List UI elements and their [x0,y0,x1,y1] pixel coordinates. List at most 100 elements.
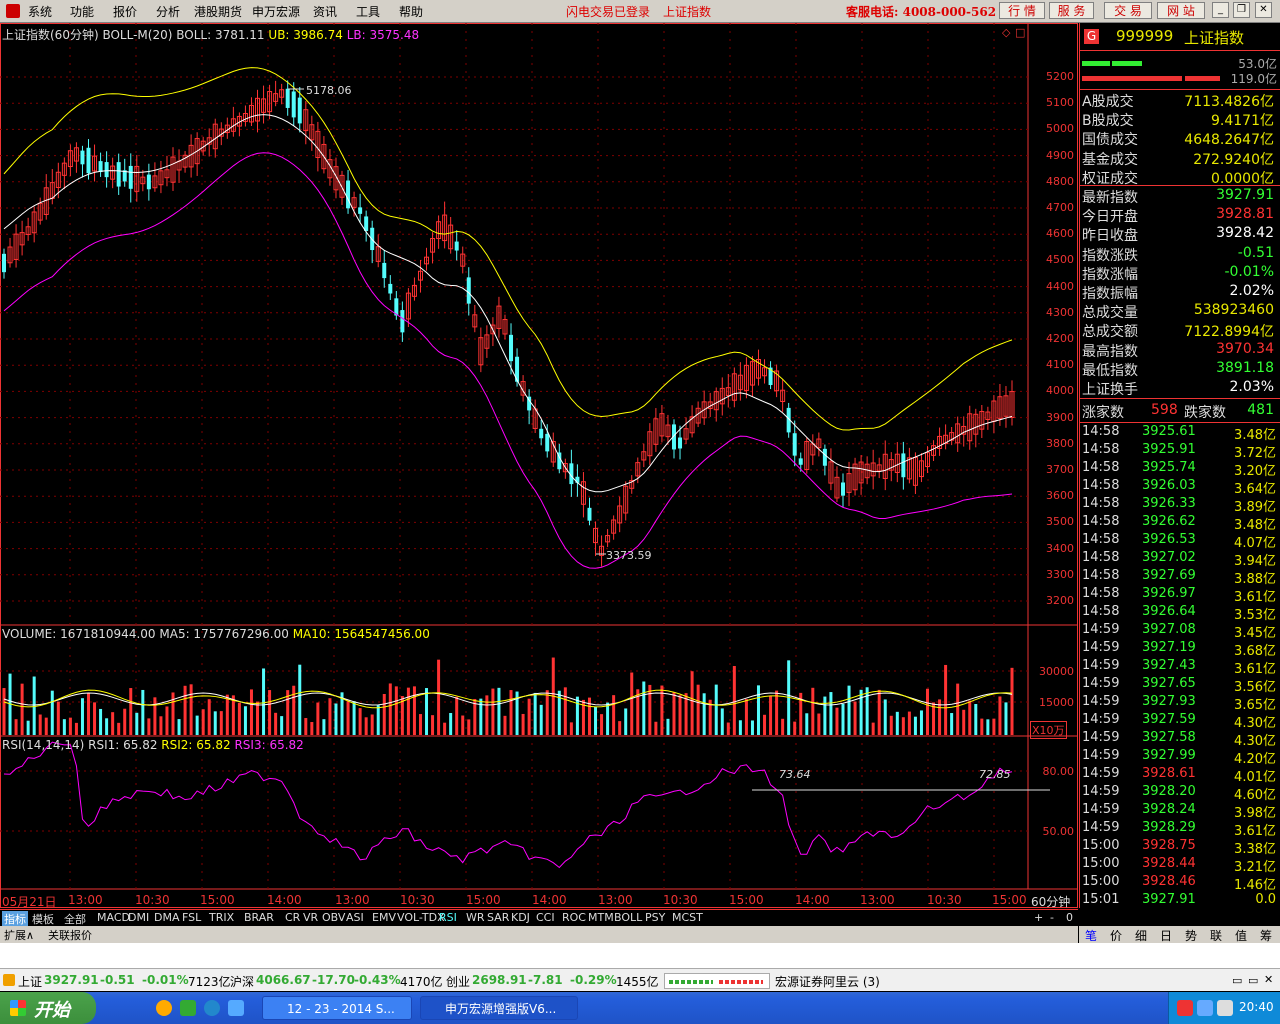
restore-icon[interactable]: ❐ [1233,2,1250,18]
indicator-tab[interactable]: DMA [154,911,180,924]
indicator-tab[interactable]: MACD [97,911,130,924]
menu-item-news[interactable]: 资讯 [313,3,337,20]
indicator-tab[interactable]: WR [466,911,485,924]
chart-panel[interactable]: 上证指数(60分钟) BOLL-M(20) BOLL: 3781.11 UB: … [0,23,1078,910]
period-label[interactable]: 60分钟 [1031,893,1070,910]
taskbar-item-swhy[interactable]: 申万宏源增强版V6... [420,996,578,1020]
chart-window-icon[interactable]: □ [1015,26,1025,39]
menu-item-tools[interactable]: 工具 [356,3,380,20]
indicator-tab[interactable]: VR [303,911,318,924]
close-icon[interactable]: ✕ [1255,2,1272,18]
tab-extend[interactable]: 扩展∧ [4,927,34,943]
indicator-tab[interactable]: MTM [588,911,614,924]
service-button[interactable]: 服 务 [1049,2,1094,19]
menu-item-help[interactable]: 帮助 [399,3,423,20]
indicator-tab[interactable]: PSY [645,911,665,924]
chart-option-icon[interactable]: ◇ [1002,26,1010,39]
indicator-tab[interactable]: CCI [536,911,555,924]
tick-row[interactable]: 14:58 3927.02 3.94亿 [1082,550,1278,569]
tick-row[interactable]: 14:59 3927.93 3.65亿 [1082,694,1278,713]
indicator-tab[interactable]: CR [285,911,300,924]
tick-row[interactable]: 14:58 3926.03 3.64亿 [1082,478,1278,497]
market-button[interactable]: 行 情 [999,2,1045,19]
ticker-close-icon[interactable]: ✕ [1264,973,1273,986]
tick-row[interactable]: 15:00 3928.46 1.46亿 [1082,874,1278,893]
ticker-name: 沪深 [230,975,255,989]
zoom-in-button[interactable]: + [1034,911,1043,924]
menu-item-quote[interactable]: 报价 [113,3,137,20]
tab-related-quotes[interactable]: 关联报价 [48,927,92,943]
tick-row[interactable]: 15:01 3927.91 0.0 [1082,892,1278,910]
tick-row[interactable]: 14:59 3927.59 4.30亿 [1082,712,1278,731]
tick-row[interactable]: 14:59 3928.20 4.60亿 [1082,784,1278,803]
tick-row[interactable]: 14:59 3927.43 3.61亿 [1082,658,1278,677]
menu-item-system[interactable]: 系统 [28,3,52,20]
tick-row[interactable]: 14:58 3925.61 3.48亿 [1082,424,1278,443]
right-tab[interactable]: 联 [1210,927,1222,944]
tick-row[interactable]: 15:00 3928.75 3.38亿 [1082,838,1278,857]
right-tab[interactable]: 势 [1185,927,1197,944]
zoom-out-button[interactable]: - [1050,911,1054,924]
menu-item-analysis[interactable]: 分析 [156,3,180,20]
indicator-tab[interactable]: KDJ [511,911,530,924]
indicator-tab[interactable]: EMV [372,911,396,924]
minimize-icon[interactable]: _ [1212,2,1229,18]
website-button[interactable]: 网 站 [1157,2,1205,19]
ticker-restore-icon[interactable]: ▭ [1248,974,1258,987]
indicator-tab[interactable]: SAR [487,911,509,924]
quicklaunch-media-icon[interactable] [228,1000,244,1016]
right-tab[interactable]: 细 [1135,927,1147,944]
indicator-tab[interactable]: 模板 [32,911,54,927]
right-tab[interactable]: 价 [1110,927,1122,944]
indicator-tab[interactable]: OBV [322,911,345,924]
tick-row[interactable]: 14:59 3927.19 3.68亿 [1082,640,1278,659]
indicator-tab[interactable]: ROC [562,911,586,924]
tick-row[interactable]: 14:59 3928.29 3.61亿 [1082,820,1278,839]
quicklaunch-desktop-icon[interactable] [180,1000,196,1016]
tick-row[interactable]: 14:59 3928.24 3.98亿 [1082,802,1278,821]
tick-row[interactable]: 14:58 3926.62 3.48亿 [1082,514,1278,533]
indicator-tab[interactable]: MCST [672,911,703,924]
tick-row[interactable]: 14:58 3925.91 3.72亿 [1082,442,1278,461]
tick-row[interactable]: 14:59 3927.08 3.45亿 [1082,622,1278,641]
trade-button[interactable]: 交 易 [1104,2,1152,19]
indicator-tab[interactable]: ASI [346,911,364,924]
indicator-tab[interactable]: RSI [439,911,457,924]
indicator-tab[interactable]: DMI [128,911,149,924]
indicator-tab[interactable]: BRAR [244,911,274,924]
tick-row[interactable]: 15:00 3928.44 3.21亿 [1082,856,1278,875]
tick-row[interactable]: 14:59 3927.99 4.20亿 [1082,748,1278,767]
chart-canvas[interactable] [0,23,1078,908]
tick-row[interactable]: 14:58 3926.97 3.61亿 [1082,586,1278,605]
right-tab[interactable]: 值 [1235,927,1247,944]
tray-network-icon[interactable] [1217,1000,1233,1016]
indicator-tab[interactable]: TRIX [209,911,234,924]
tray-shield-icon[interactable] [1197,1000,1213,1016]
tick-row[interactable]: 14:58 3926.53 4.07亿 [1082,532,1278,551]
quicklaunch-ie-icon[interactable] [156,1000,172,1016]
tick-row[interactable]: 14:59 3928.61 4.01亿 [1082,766,1278,785]
tick-row[interactable]: 14:58 3925.74 3.20亿 [1082,460,1278,479]
tick-row[interactable]: 14:59 3927.65 3.56亿 [1082,676,1278,695]
indicator-tab[interactable]: FSL [182,911,201,924]
taskbar-item-ie[interactable]: 12 - 23 - 2014 S... [262,996,412,1020]
ticker-minimize-icon[interactable]: ▭ [1232,974,1242,987]
indicator-tab[interactable]: VOL-TDX [397,911,445,924]
tick-row[interactable]: 14:58 3926.33 3.89亿 [1082,496,1278,515]
menu-item-swhy[interactable]: 申万宏源 [252,3,300,20]
indicator-tab[interactable]: BOLL [614,911,642,924]
right-tab[interactable]: 筹 [1260,927,1272,944]
right-tab[interactable]: 笔 [1085,927,1097,944]
tick-row[interactable]: 14:58 3926.64 3.53亿 [1082,604,1278,623]
indicator-tab[interactable]: 全部 [64,911,86,927]
indicator-tab[interactable]: 指标 [2,911,28,927]
tick-row[interactable]: 14:58 3927.69 3.88亿 [1082,568,1278,587]
tray-security-icon[interactable] [1177,1000,1193,1016]
zoom-reset-button[interactable]: 0 [1066,911,1073,924]
tick-row[interactable]: 14:59 3927.58 4.30亿 [1082,730,1278,749]
menu-item-function[interactable]: 功能 [70,3,94,20]
quicklaunch-browser-icon[interactable] [204,1000,220,1016]
start-button[interactable]: 开始 [0,992,96,1024]
right-tab[interactable]: 日 [1160,927,1172,944]
menu-item-hk-futures[interactable]: 港股期货 [194,3,242,20]
